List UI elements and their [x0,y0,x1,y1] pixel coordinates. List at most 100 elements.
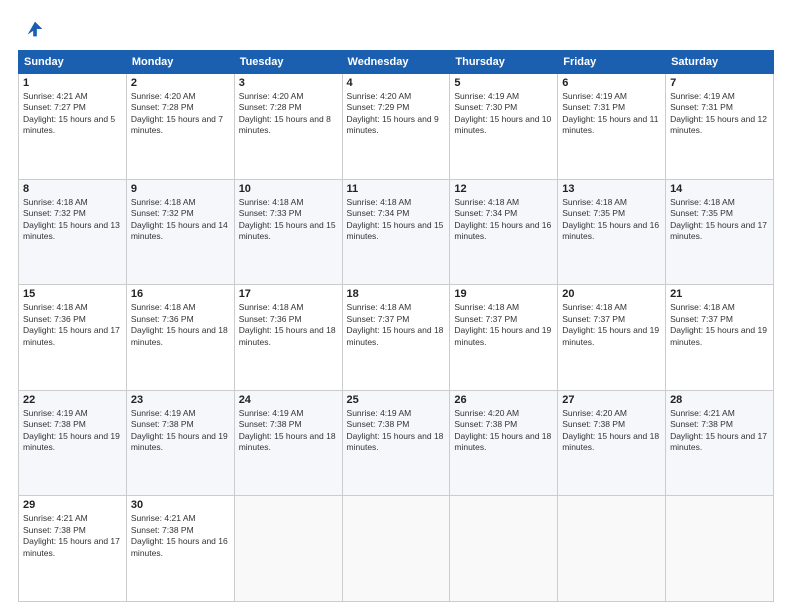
day-number: 28 [670,394,769,406]
calendar-week-row: 15 Sunrise: 4:18 AMSunset: 7:36 PMDaylig… [19,285,774,391]
calendar-cell: 10 Sunrise: 4:18 AMSunset: 7:33 PMDaylig… [234,179,342,285]
calendar-cell: 21 Sunrise: 4:18 AMSunset: 7:37 PMDaylig… [666,285,774,391]
weekday-header-saturday: Saturday [666,51,774,74]
day-number: 7 [670,77,769,89]
calendar-cell: 16 Sunrise: 4:18 AMSunset: 7:36 PMDaylig… [126,285,234,391]
calendar-cell: 24 Sunrise: 4:19 AMSunset: 7:38 PMDaylig… [234,390,342,496]
calendar-cell: 23 Sunrise: 4:19 AMSunset: 7:38 PMDaylig… [126,390,234,496]
calendar-cell: 20 Sunrise: 4:18 AMSunset: 7:37 PMDaylig… [558,285,666,391]
calendar-cell: 5 Sunrise: 4:19 AMSunset: 7:30 PMDayligh… [450,74,558,180]
calendar-cell: 8 Sunrise: 4:18 AMSunset: 7:32 PMDayligh… [19,179,127,285]
day-info: Sunrise: 4:19 AMSunset: 7:38 PMDaylight:… [23,408,120,452]
day-number: 17 [239,288,338,300]
day-info: Sunrise: 4:18 AMSunset: 7:34 PMDaylight:… [347,197,444,241]
weekday-header-sunday: Sunday [19,51,127,74]
day-number: 24 [239,394,338,406]
day-number: 5 [454,77,553,89]
calendar-cell: 11 Sunrise: 4:18 AMSunset: 7:34 PMDaylig… [342,179,450,285]
day-number: 6 [562,77,661,89]
calendar-cell: 3 Sunrise: 4:20 AMSunset: 7:28 PMDayligh… [234,74,342,180]
day-info: Sunrise: 4:18 AMSunset: 7:34 PMDaylight:… [454,197,551,241]
day-info: Sunrise: 4:18 AMSunset: 7:32 PMDaylight:… [131,197,228,241]
day-info: Sunrise: 4:18 AMSunset: 7:32 PMDaylight:… [23,197,120,241]
day-number: 14 [670,183,769,195]
weekday-header-row: SundayMondayTuesdayWednesdayThursdayFrid… [19,51,774,74]
day-info: Sunrise: 4:21 AMSunset: 7:38 PMDaylight:… [670,408,767,452]
day-info: Sunrise: 4:20 AMSunset: 7:28 PMDaylight:… [131,91,223,135]
day-info: Sunrise: 4:21 AMSunset: 7:27 PMDaylight:… [23,91,115,135]
day-number: 26 [454,394,553,406]
day-number: 4 [347,77,446,89]
day-info: Sunrise: 4:21 AMSunset: 7:38 PMDaylight:… [23,513,120,557]
day-number: 2 [131,77,230,89]
calendar-week-row: 1 Sunrise: 4:21 AMSunset: 7:27 PMDayligh… [19,74,774,180]
day-number: 23 [131,394,230,406]
day-number: 30 [131,499,230,511]
day-number: 19 [454,288,553,300]
day-number: 29 [23,499,122,511]
day-info: Sunrise: 4:18 AMSunset: 7:37 PMDaylight:… [454,302,551,346]
day-number: 22 [23,394,122,406]
day-info: Sunrise: 4:18 AMSunset: 7:36 PMDaylight:… [131,302,228,346]
day-info: Sunrise: 4:18 AMSunset: 7:37 PMDaylight:… [562,302,659,346]
calendar-cell: 13 Sunrise: 4:18 AMSunset: 7:35 PMDaylig… [558,179,666,285]
day-number: 3 [239,77,338,89]
day-info: Sunrise: 4:19 AMSunset: 7:31 PMDaylight:… [670,91,767,135]
calendar-cell: 26 Sunrise: 4:20 AMSunset: 7:38 PMDaylig… [450,390,558,496]
calendar-cell: 25 Sunrise: 4:19 AMSunset: 7:38 PMDaylig… [342,390,450,496]
calendar-cell: 18 Sunrise: 4:18 AMSunset: 7:37 PMDaylig… [342,285,450,391]
day-info: Sunrise: 4:19 AMSunset: 7:38 PMDaylight:… [347,408,444,452]
day-number: 9 [131,183,230,195]
calendar-cell: 28 Sunrise: 4:21 AMSunset: 7:38 PMDaylig… [666,390,774,496]
day-info: Sunrise: 4:20 AMSunset: 7:29 PMDaylight:… [347,91,439,135]
day-number: 13 [562,183,661,195]
logo-icon [24,18,46,40]
day-info: Sunrise: 4:18 AMSunset: 7:35 PMDaylight:… [562,197,659,241]
page: SundayMondayTuesdayWednesdayThursdayFrid… [0,0,792,612]
calendar-cell: 2 Sunrise: 4:20 AMSunset: 7:28 PMDayligh… [126,74,234,180]
calendar-cell: 12 Sunrise: 4:18 AMSunset: 7:34 PMDaylig… [450,179,558,285]
calendar-cell: 29 Sunrise: 4:21 AMSunset: 7:38 PMDaylig… [19,496,127,602]
day-number: 21 [670,288,769,300]
weekday-header-friday: Friday [558,51,666,74]
weekday-header-tuesday: Tuesday [234,51,342,74]
calendar-cell: 17 Sunrise: 4:18 AMSunset: 7:36 PMDaylig… [234,285,342,391]
calendar-cell: 6 Sunrise: 4:19 AMSunset: 7:31 PMDayligh… [558,74,666,180]
day-info: Sunrise: 4:18 AMSunset: 7:37 PMDaylight:… [347,302,444,346]
logo [18,18,46,40]
header [18,18,774,40]
day-info: Sunrise: 4:18 AMSunset: 7:36 PMDaylight:… [239,302,336,346]
calendar-cell [558,496,666,602]
calendar-week-row: 22 Sunrise: 4:19 AMSunset: 7:38 PMDaylig… [19,390,774,496]
day-info: Sunrise: 4:21 AMSunset: 7:38 PMDaylight:… [131,513,228,557]
day-number: 10 [239,183,338,195]
calendar-table: SundayMondayTuesdayWednesdayThursdayFrid… [18,50,774,602]
day-number: 27 [562,394,661,406]
day-info: Sunrise: 4:18 AMSunset: 7:35 PMDaylight:… [670,197,767,241]
calendar-cell: 22 Sunrise: 4:19 AMSunset: 7:38 PMDaylig… [19,390,127,496]
day-info: Sunrise: 4:20 AMSunset: 7:28 PMDaylight:… [239,91,331,135]
day-number: 8 [23,183,122,195]
calendar-cell: 27 Sunrise: 4:20 AMSunset: 7:38 PMDaylig… [558,390,666,496]
day-info: Sunrise: 4:19 AMSunset: 7:38 PMDaylight:… [131,408,228,452]
calendar-cell: 1 Sunrise: 4:21 AMSunset: 7:27 PMDayligh… [19,74,127,180]
calendar-cell: 7 Sunrise: 4:19 AMSunset: 7:31 PMDayligh… [666,74,774,180]
calendar-week-row: 29 Sunrise: 4:21 AMSunset: 7:38 PMDaylig… [19,496,774,602]
day-info: Sunrise: 4:19 AMSunset: 7:31 PMDaylight:… [562,91,658,135]
day-info: Sunrise: 4:19 AMSunset: 7:30 PMDaylight:… [454,91,551,135]
calendar-cell [450,496,558,602]
day-number: 18 [347,288,446,300]
day-number: 11 [347,183,446,195]
calendar-week-row: 8 Sunrise: 4:18 AMSunset: 7:32 PMDayligh… [19,179,774,285]
day-number: 1 [23,77,122,89]
day-number: 12 [454,183,553,195]
weekday-header-wednesday: Wednesday [342,51,450,74]
calendar-cell [666,496,774,602]
day-number: 20 [562,288,661,300]
calendar-cell: 9 Sunrise: 4:18 AMSunset: 7:32 PMDayligh… [126,179,234,285]
day-number: 16 [131,288,230,300]
calendar-cell: 30 Sunrise: 4:21 AMSunset: 7:38 PMDaylig… [126,496,234,602]
weekday-header-thursday: Thursday [450,51,558,74]
day-info: Sunrise: 4:18 AMSunset: 7:33 PMDaylight:… [239,197,336,241]
day-info: Sunrise: 4:20 AMSunset: 7:38 PMDaylight:… [454,408,551,452]
